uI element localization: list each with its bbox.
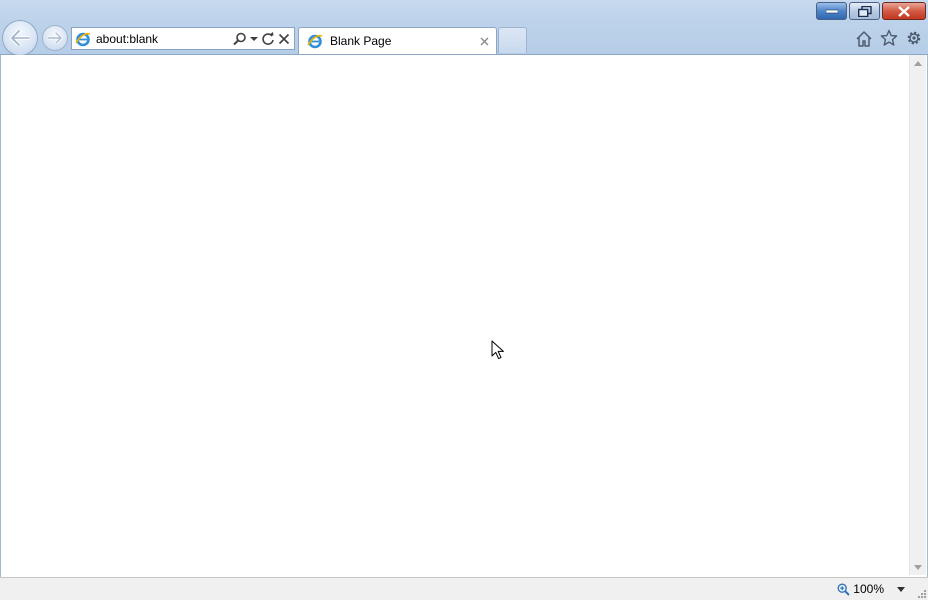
restore-icon <box>857 5 872 17</box>
status-bar: 100% <box>0 577 928 600</box>
mouse-cursor-icon <box>491 340 504 360</box>
tab-label: Blank Page <box>330 34 392 48</box>
restore-button[interactable] <box>849 2 880 20</box>
back-arrow-icon <box>10 30 30 46</box>
chevron-down-icon[interactable] <box>250 36 258 42</box>
resize-grip-icon[interactable] <box>916 588 926 598</box>
zoom-control[interactable]: 100% <box>837 582 884 596</box>
forward-arrow-icon <box>47 32 63 44</box>
address-input[interactable]: about:blank <box>94 32 233 46</box>
close-icon <box>898 5 910 17</box>
tab-blank-page[interactable]: Blank Page <box>298 27 497 54</box>
address-tools <box>233 31 294 46</box>
forward-button[interactable] <box>42 25 68 51</box>
zoom-magnifier-icon <box>837 583 851 596</box>
scroll-down-arrow-icon[interactable] <box>910 559 926 575</box>
close-window-button[interactable] <box>882 2 926 20</box>
ie-logo-icon <box>304 31 326 52</box>
search-icon[interactable] <box>233 32 247 46</box>
window-titlebar: about:blank Blank Page <box>0 0 928 56</box>
address-bar[interactable]: about:blank <box>71 27 295 50</box>
new-tab-button[interactable] <box>498 27 527 53</box>
zoom-level: 100% <box>853 582 884 596</box>
minimize-button[interactable] <box>816 2 847 20</box>
refresh-icon[interactable] <box>261 31 275 46</box>
zoom-dropdown-icon[interactable] <box>894 583 908 595</box>
window-controls <box>816 2 926 20</box>
gear-icon[interactable] <box>904 28 924 48</box>
back-button[interactable] <box>2 20 38 56</box>
stop-icon[interactable] <box>278 33 290 45</box>
minimize-icon <box>825 9 838 14</box>
page-content-area[interactable] <box>0 55 928 577</box>
command-icons <box>854 28 924 48</box>
vertical-scrollbar[interactable] <box>909 55 926 575</box>
close-tab-icon[interactable] <box>476 33 492 49</box>
scroll-up-arrow-icon[interactable] <box>910 55 926 71</box>
home-icon[interactable] <box>854 28 874 48</box>
ie-logo-icon <box>72 28 94 49</box>
favorites-star-icon[interactable] <box>879 28 899 48</box>
